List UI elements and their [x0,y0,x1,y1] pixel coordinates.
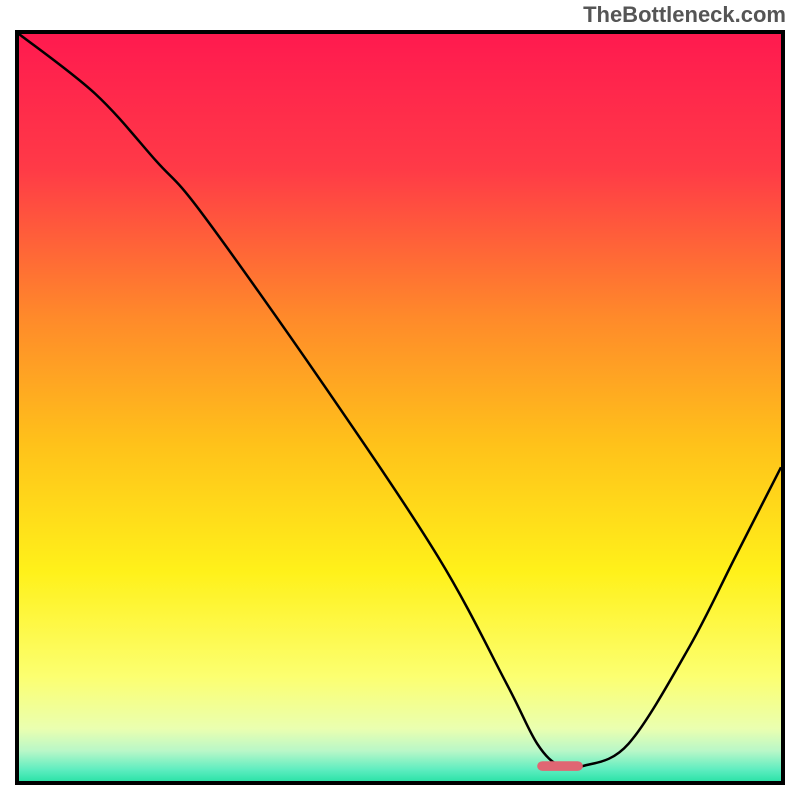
bottleneck-curve-path [19,34,781,769]
curve-layer [19,34,781,781]
chart-frame: TheBottleneck.com [0,0,800,800]
plot-area [15,30,785,785]
optimal-marker [537,761,583,771]
watermark-label: TheBottleneck.com [583,2,786,28]
